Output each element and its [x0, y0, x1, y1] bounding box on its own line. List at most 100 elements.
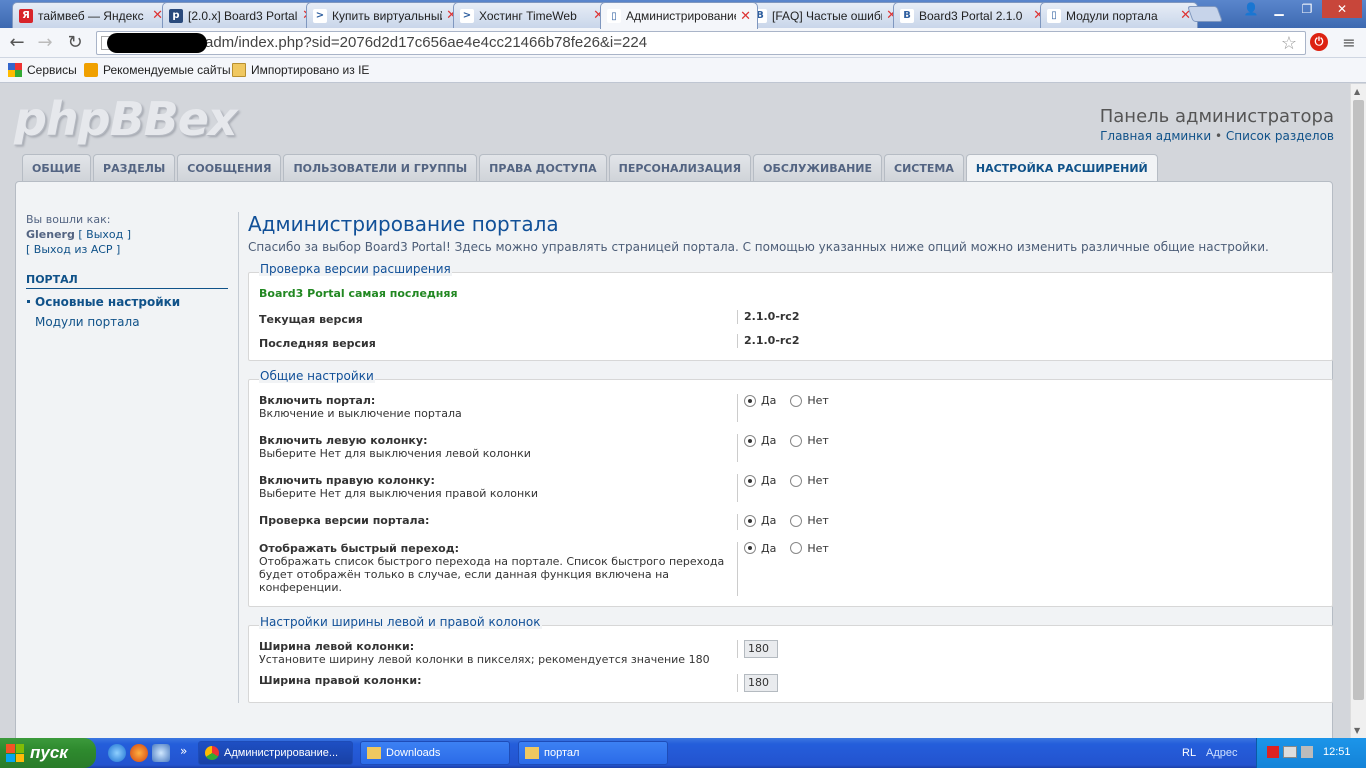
admin-panel: Вы вошли как: Glenerg [ Выход ] [ Выход …: [15, 181, 1333, 738]
tab-title: [FAQ] Частые ошибки: [772, 8, 883, 23]
start-button[interactable]: пуск: [0, 738, 96, 768]
browser-tab[interactable]: B Board3 Portal 2.1.0 ✕: [893, 2, 1051, 28]
tab-1[interactable]: ОБЩИЕ: [22, 154, 92, 182]
setting-explain: Отображать список быстрого перехода на п…: [259, 554, 725, 594]
radio-no[interactable]: Нет: [790, 474, 829, 487]
radio-circle-icon[interactable]: [744, 394, 756, 407]
tab-3[interactable]: СООБЩЕНИЯ: [177, 154, 282, 182]
taskbar-button[interactable]: Администрирование...: [198, 741, 353, 765]
new-tab-button[interactable]: [1187, 6, 1223, 22]
link-admin-home[interactable]: Главная админки: [1100, 129, 1211, 143]
folder-icon: [232, 63, 246, 77]
tab-8[interactable]: СИСТЕМА: [884, 154, 964, 182]
browser-tab[interactable]: ▯ Модули портала ✕: [1040, 2, 1198, 28]
radio-circle-icon[interactable]: [790, 542, 803, 554]
logout-link[interactable]: [ Выход ]: [78, 228, 131, 241]
browser-tab[interactable]: > Хостинг TimeWeb ✕: [453, 2, 611, 28]
radio-circle-icon[interactable]: [790, 394, 803, 407]
language-indicator[interactable]: RL: [1182, 747, 1196, 759]
browser-tab[interactable]: > Купить виртуальный ✕: [306, 2, 464, 28]
scroll-down-icon[interactable]: ▼: [1354, 726, 1360, 735]
tab-6[interactable]: ПЕРСОНАЛИЗАЦИЯ: [608, 154, 752, 182]
radio-no[interactable]: Нет: [790, 514, 829, 527]
main-content: Администрирование портала Спасибо за выб…: [238, 212, 1333, 703]
tab-title: [2.0.x] Board3 Portal: [188, 8, 298, 23]
site-logo[interactable]: phpBBex: [14, 92, 238, 146]
folder-icon: [525, 747, 539, 759]
radio-circle-icon[interactable]: [744, 434, 756, 447]
logout-acp-link[interactable]: [ Выход из ACP ]: [26, 243, 120, 256]
radio-no[interactable]: Нет: [790, 434, 829, 447]
sidebar-item-portal-modules[interactable]: Модули портала: [26, 312, 228, 332]
setting-label: Включить левую колонку:: [259, 434, 428, 447]
radio-yes[interactable]: Да: [744, 394, 776, 407]
quicklaunch-more-icon[interactable]: »: [180, 744, 190, 762]
radio-circle-icon[interactable]: [790, 474, 803, 487]
radio-yes[interactable]: Да: [744, 514, 776, 527]
left-width-input[interactable]: 180: [744, 639, 778, 658]
sidebar-item-main-settings[interactable]: Основные настройки: [26, 292, 228, 312]
close-window-icon[interactable]: ✕: [1322, 0, 1362, 18]
bookmark-star-icon[interactable]: ☆: [1281, 32, 1297, 54]
tab-2[interactable]: РАЗДЕЛЫ: [93, 154, 176, 182]
radio-circle-icon[interactable]: [744, 474, 756, 487]
right-width-input[interactable]: 180: [744, 673, 778, 692]
radio-circle-icon[interactable]: [744, 514, 756, 527]
page-title: Администрирование портала: [248, 212, 559, 236]
scrollbar-thumb[interactable]: [1353, 100, 1364, 700]
taskbar-button[interactable]: Downloads: [360, 741, 510, 765]
username[interactable]: Glenerg: [26, 228, 75, 241]
setting-explain: Выберите Нет для выключения левой колонк…: [259, 447, 531, 460]
bookmark-recommended[interactable]: Рекомендуемые сайты: [84, 62, 231, 78]
firefox-icon[interactable]: [130, 744, 148, 762]
bookmark-services[interactable]: Сервисы: [8, 62, 77, 78]
radio-circle-icon[interactable]: [790, 434, 803, 447]
media-icon[interactable]: [152, 744, 170, 762]
back-icon[interactable]: ←: [6, 32, 28, 54]
radio-circle-icon[interactable]: [744, 542, 756, 554]
extension-icon[interactable]: ⏻: [1310, 33, 1328, 51]
tab-favicon-icon: Я: [19, 8, 33, 23]
minimize-icon[interactable]: ▁: [1266, 0, 1292, 18]
radio-no[interactable]: Нет: [790, 394, 829, 407]
setting-label: Проверка версии портала:: [259, 514, 430, 527]
antivirus-icon[interactable]: [1267, 746, 1279, 758]
radio-no[interactable]: Нет: [790, 542, 829, 555]
volume-icon[interactable]: [1301, 746, 1313, 758]
browser-tab[interactable]: Ятаймвеб — Яндекс ✕: [12, 2, 170, 28]
tab-title: Board3 Portal 2.1.0: [919, 8, 1023, 23]
tab-4[interactable]: ПОЛЬЗОВАТЕЛИ И ГРУППЫ: [283, 154, 478, 182]
close-tab-icon[interactable]: ✕: [740, 9, 751, 24]
page-scrollbar[interactable]: ▲ ▼: [1350, 84, 1366, 738]
radio-yes[interactable]: Да: [744, 434, 776, 447]
radio-yes[interactable]: Да: [744, 542, 776, 555]
version-status: Board3 Portal самая последняя: [259, 287, 458, 300]
radio-yes[interactable]: Да: [744, 474, 776, 487]
column-width-fieldset: Настройки ширины левой и правой колонок …: [248, 614, 1333, 703]
address-toolbar[interactable]: Адрес: [1206, 747, 1238, 759]
setting-row: Включить портал: Включение и выключение п…: [259, 394, 1322, 422]
forward-icon[interactable]: →: [34, 32, 56, 54]
tab-7[interactable]: ОБСЛУЖИВАНИЕ: [753, 154, 883, 182]
taskbar-button[interactable]: портал: [518, 741, 668, 765]
setting-label: Отображать быстрый переход:: [259, 541, 460, 555]
profile-icon[interactable]: 👤: [1238, 0, 1264, 18]
menu-icon[interactable]: ≡: [1340, 33, 1358, 52]
restore-icon[interactable]: ❐: [1294, 0, 1320, 18]
setting-row: Включить правую колонку: Выберите Нет для…: [259, 474, 1322, 502]
menu-heading: ПОРТАЛ: [26, 273, 228, 289]
radio-circle-icon[interactable]: [790, 514, 803, 527]
tab-9[interactable]: НАСТРОЙКА РАСШИРЕНИЙ: [965, 154, 1158, 183]
clock[interactable]: 12:51: [1323, 746, 1351, 758]
browser-tab[interactable]: B [FAQ] Частые ошибки ✕: [746, 2, 904, 28]
link-forum-index[interactable]: Список разделов: [1226, 129, 1334, 143]
ie-icon[interactable]: [108, 744, 126, 762]
reload-icon[interactable]: ↻: [64, 32, 86, 54]
network-icon[interactable]: [1283, 746, 1297, 758]
bookmark-imported[interactable]: Импортировано из IE: [232, 62, 369, 78]
browser-tab[interactable]: p[2.0.x] Board3 Portal✕: [162, 2, 320, 28]
tab-5[interactable]: ПРАВА ДОСТУПА: [479, 154, 607, 182]
browser-tab[interactable]: ▯ Администрирование ✕: [600, 2, 758, 29]
scroll-up-icon[interactable]: ▲: [1354, 87, 1360, 96]
address-bar[interactable]: adm/index.php?sid=2076d2d17c656ae4e4cc21…: [96, 31, 1306, 55]
